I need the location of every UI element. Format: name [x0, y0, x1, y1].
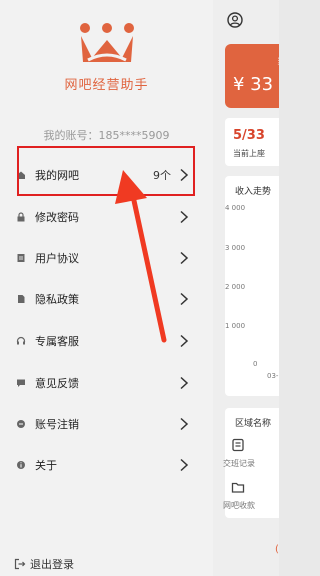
chevron-right-icon	[180, 376, 189, 390]
region-title: 区域名称	[235, 419, 272, 429]
info-icon	[17, 461, 25, 469]
income-card: 当 ¥ 33	[225, 44, 279, 108]
shift-record-label[interactable]: 交班记录	[223, 458, 255, 469]
chart-x-tick: 03-	[267, 372, 279, 380]
occupancy-value: 5/33	[233, 128, 265, 143]
chart-tick: 3 000	[225, 244, 246, 252]
chart-tick: 4 000	[225, 204, 246, 212]
menu-item-user-agreement[interactable]: 用户协议	[0, 241, 213, 275]
menu-label: 账号注销	[35, 418, 79, 431]
chart-title: 收入走势	[235, 187, 272, 197]
user-icon[interactable]	[227, 12, 243, 28]
menu-label: 隐私政策	[35, 293, 79, 306]
chevron-right-icon	[180, 334, 189, 348]
menu-label: 专属客服	[35, 335, 79, 348]
menu-item-change-password[interactable]: 修改密码	[0, 200, 213, 234]
side-drawer: 网吧经营助手 我的账号：185****5909 我的网吧 9个 修改密码 用户协…	[0, 0, 213, 576]
menu-item-customer-service[interactable]: 专属客服	[0, 324, 213, 358]
lock-icon	[17, 212, 25, 222]
feedback-icon	[17, 379, 25, 387]
logout-icon	[14, 558, 26, 570]
logout-button[interactable]: 退出登录	[14, 556, 74, 572]
shift-record-icon[interactable]	[231, 438, 245, 452]
highlight-box	[17, 146, 195, 196]
menu-label: 修改密码	[35, 211, 79, 224]
document-icon	[17, 254, 25, 262]
chevron-right-icon	[180, 210, 189, 224]
app-name: 网吧经营助手	[64, 78, 149, 93]
cafe-payment-label[interactable]: 网吧收款	[223, 500, 255, 511]
menu-item-about[interactable]: 关于	[0, 448, 213, 482]
cancel-account-icon	[17, 420, 25, 428]
menu-label: 关于	[35, 459, 57, 472]
menu-item-privacy-policy[interactable]: 隐私政策	[0, 282, 213, 316]
income-card-caption: 当	[277, 56, 279, 67]
headset-icon	[16, 336, 26, 345]
chevron-right-icon	[180, 292, 189, 306]
crown-logo-icon	[80, 23, 134, 62]
logout-label: 退出登录	[30, 558, 74, 571]
background-dashboard: 当 ¥ 33 5/33 当前上座 收入走势 4 000 3 000 2 000 …	[213, 0, 279, 576]
chevron-right-icon	[180, 458, 189, 472]
bottom-text: (	[275, 544, 279, 555]
chart-tick: 2 000	[225, 283, 246, 291]
chart-tick: 0	[253, 360, 258, 368]
privacy-icon	[18, 295, 25, 303]
menu-label: 意见反馈	[35, 377, 79, 390]
menu-item-feedback[interactable]: 意见反馈	[0, 366, 213, 400]
folder-icon[interactable]	[231, 480, 245, 494]
chart-tick: 1 000	[225, 322, 246, 330]
occupancy-card: 5/33 当前上座	[225, 118, 279, 166]
income-card-amount: ¥ 33	[233, 74, 274, 95]
chevron-right-icon	[180, 251, 189, 265]
account-number: 我的账号：185****5909	[43, 129, 170, 142]
menu-label: 用户协议	[35, 252, 79, 265]
chevron-right-icon	[180, 417, 189, 431]
menu-item-delete-account[interactable]: 账号注销	[0, 407, 213, 441]
occupancy-label: 当前上座	[233, 149, 265, 158]
